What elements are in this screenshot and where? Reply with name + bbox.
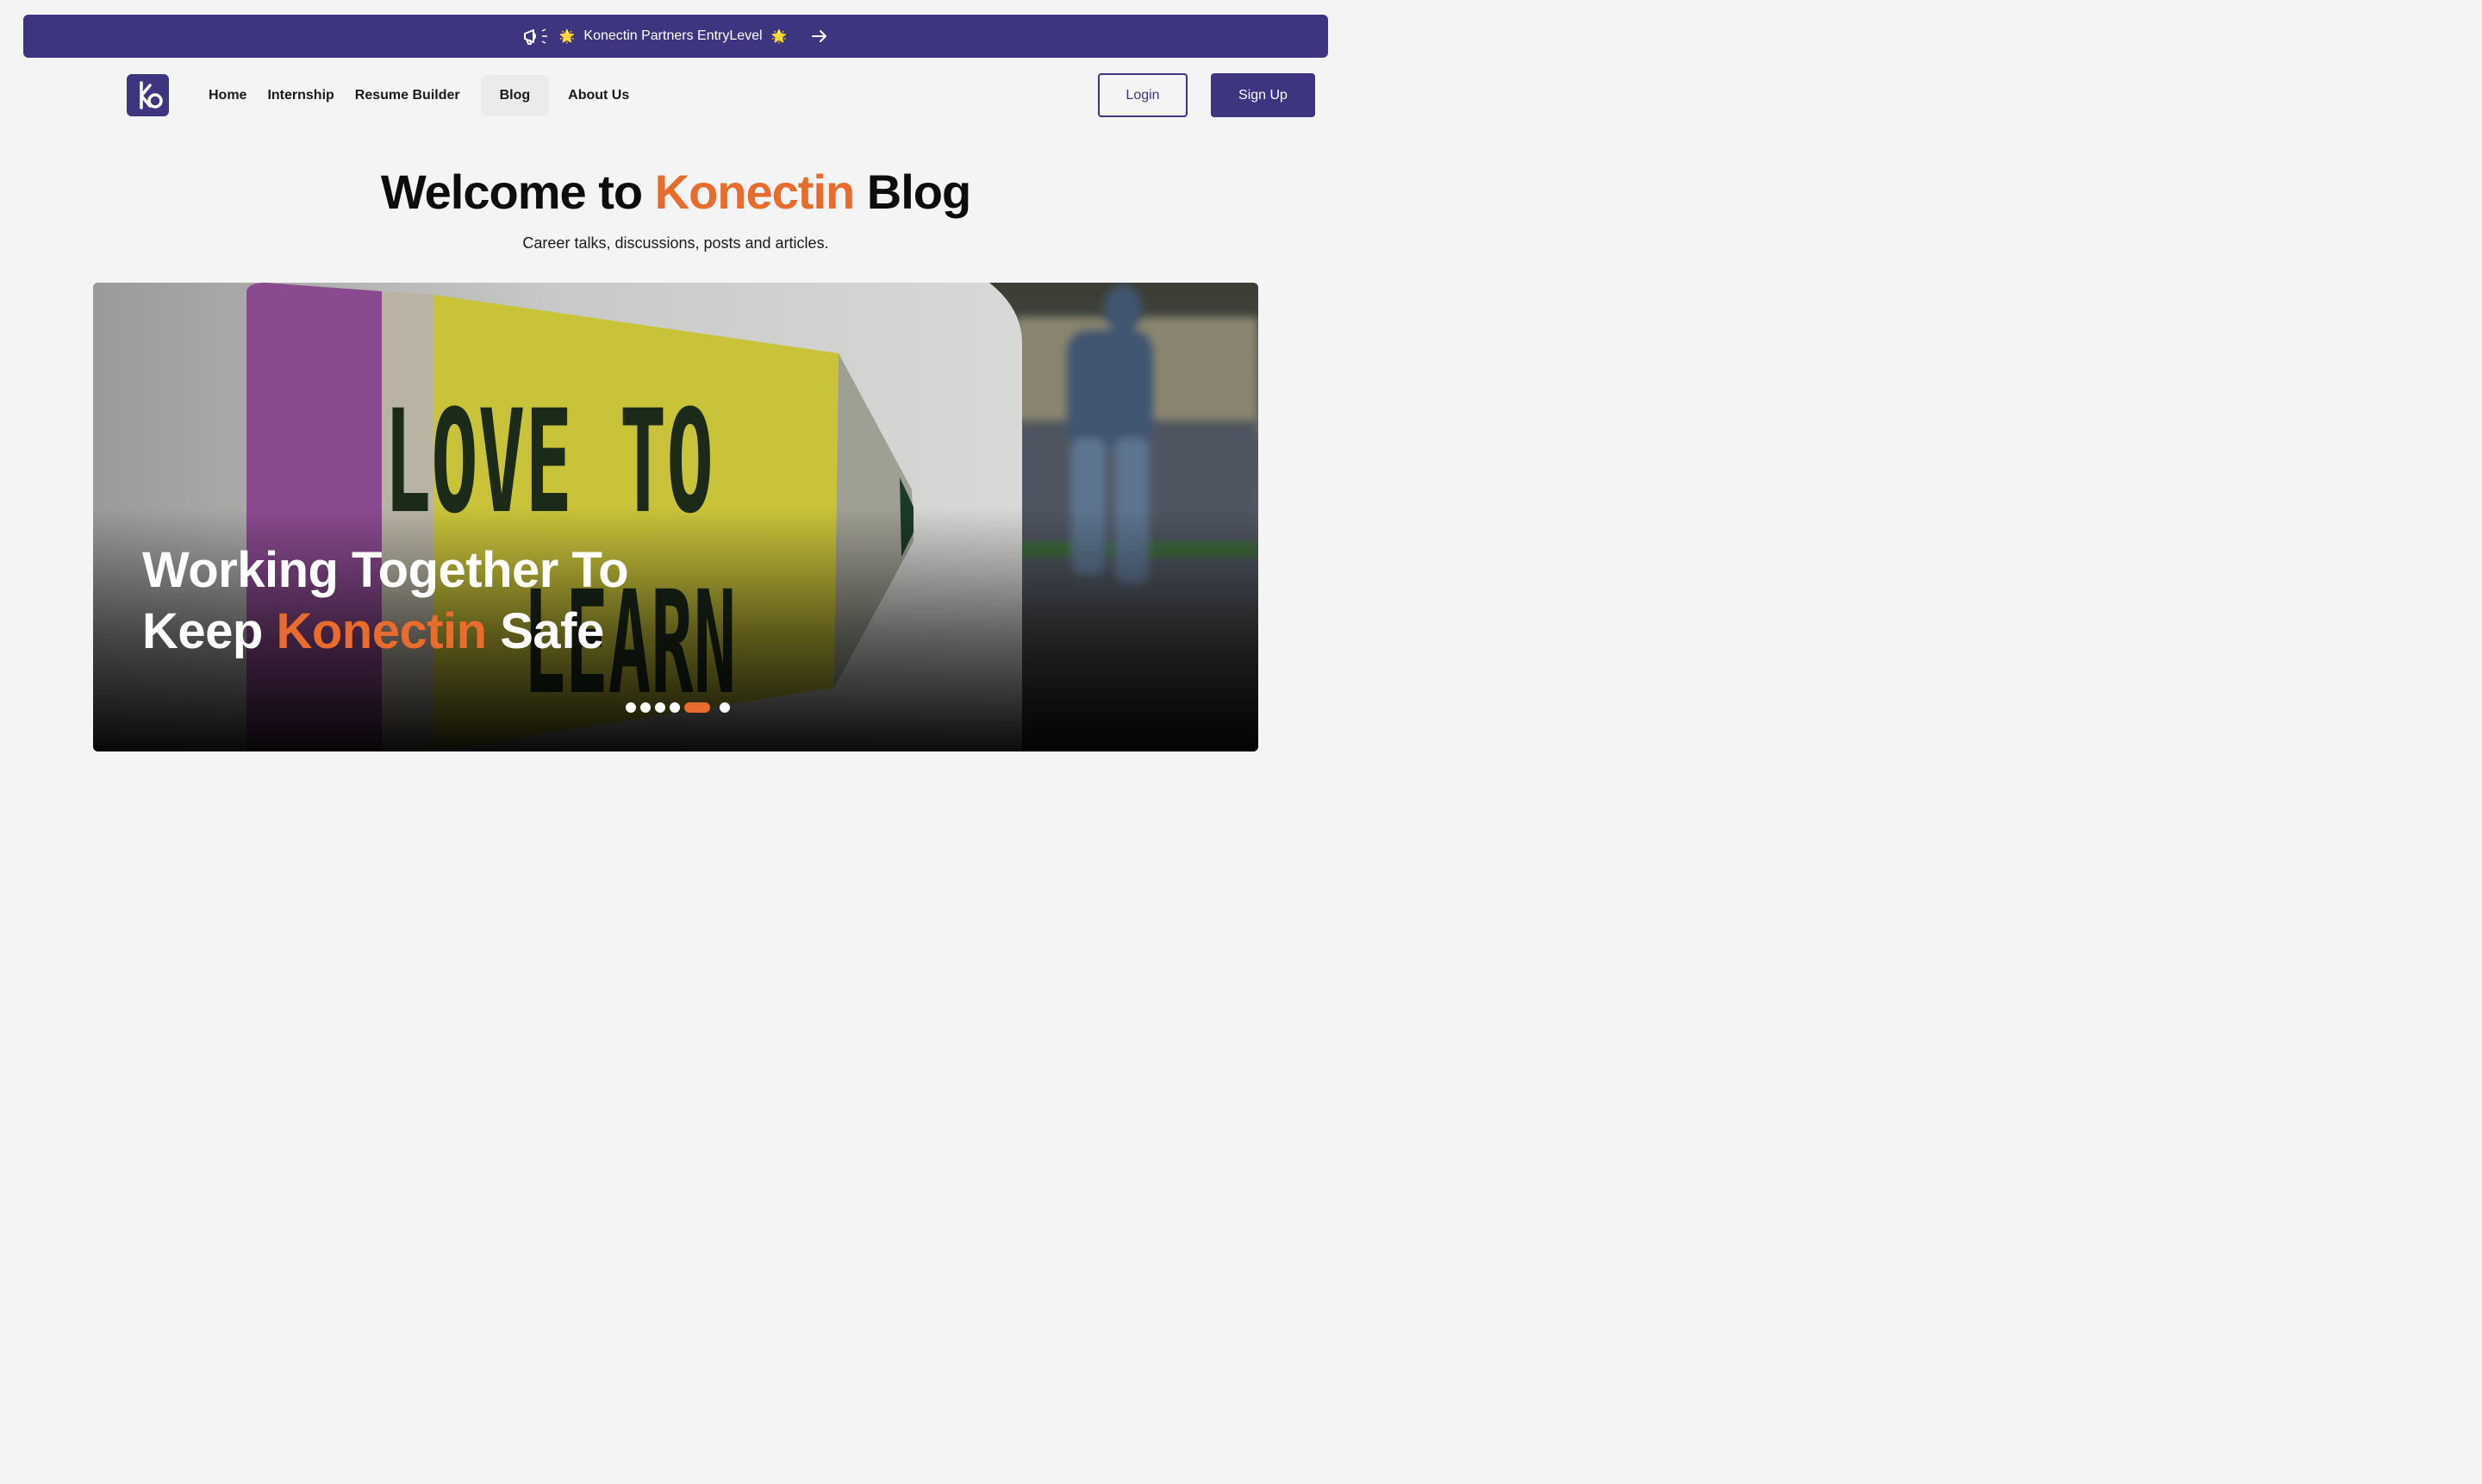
carousel-dot-2[interactable] [640,702,651,713]
nav-home[interactable]: Home [198,76,257,115]
nav-blog[interactable]: Blog [480,74,550,116]
main-nav: Home Internship Resume Builder Blog Abou… [198,74,639,116]
carousel-dot-4[interactable] [670,702,680,713]
arrow-right-icon[interactable] [811,27,830,46]
carousel-dot-6[interactable] [720,702,730,713]
carousel-dot-5[interactable] [684,702,710,713]
carousel-pagination [626,702,730,713]
title-pre: Welcome to [380,165,643,219]
page-subtitle: Career talks, discussions, posts and art… [522,234,829,252]
nav-resume-builder[interactable]: Resume Builder [345,76,471,115]
nav-internship[interactable]: Internship [257,76,344,115]
hero-title-accent: Konectin [276,603,487,659]
page: 🌟 Konectin Partners EntryLevel 🌟 Home In… [0,0,1351,808]
hero-overlay [93,283,1258,751]
hero-carousel[interactable]: LOVE TO LEARN Working Together To Keep K… [93,283,1258,751]
hero-title[interactable]: Working Together To Keep Konectin Safe [142,539,745,662]
hero-title-pre: Keep [142,603,263,659]
carousel-dot-3[interactable] [655,702,665,713]
login-button[interactable]: Login [1098,73,1188,117]
title-post: Blog [866,165,971,219]
announcement-banner[interactable]: 🌟 Konectin Partners EntryLevel 🌟 [23,15,1328,58]
konectin-logo[interactable] [127,74,169,116]
hero-title-post: Safe [500,603,604,659]
sparkle-icon: 🌟 [558,29,576,44]
carousel-dot-1[interactable] [626,702,636,713]
title-accent: Konectin [654,165,856,219]
banner-text: Konectin Partners EntryLevel [583,28,763,43]
sign-up-button[interactable]: Sign Up [1211,73,1315,117]
megaphone-icon [521,26,551,47]
sparkle-icon: 🌟 [770,29,788,44]
hero-title-line1: Working Together To [142,542,629,598]
page-title: Welcome to Konectin Blog [0,164,1351,220]
nav-about-us[interactable]: About Us [558,76,639,115]
